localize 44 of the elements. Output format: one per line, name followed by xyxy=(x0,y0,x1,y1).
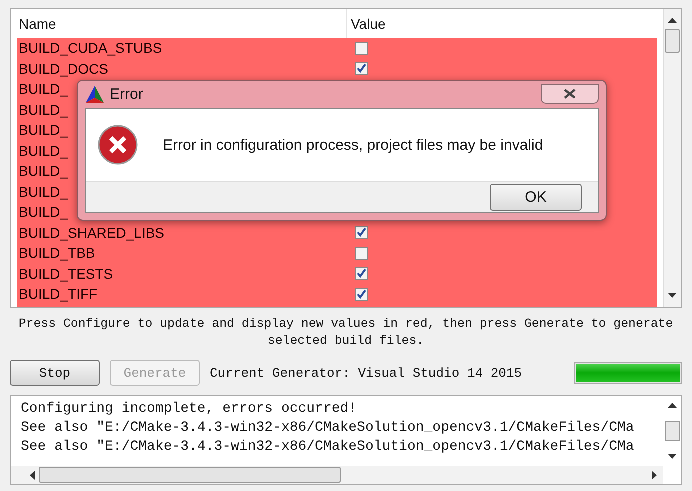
scroll-left-icon[interactable] xyxy=(29,470,35,480)
table-cell: BUILD_CUDA_STUBS xyxy=(19,40,162,56)
scroll-down-icon[interactable] xyxy=(668,454,676,460)
table-cell: BUILD_SHARED_LIBS xyxy=(19,224,165,241)
dialog-title: Error xyxy=(110,86,144,103)
table-cell: BUILD_ xyxy=(19,102,68,118)
scroll-thumb[interactable] xyxy=(39,467,341,483)
app-logo-icon xyxy=(86,86,104,103)
table-cell: BUILD_ xyxy=(19,184,68,200)
error-icon xyxy=(98,125,138,165)
log-line: See also "E:/CMake-3.4.3-win32-x86/CMakeSolution_opencv3.1/CMakeFiles/CMa xyxy=(21,438,636,457)
column-header[interactable]: Value xyxy=(347,9,657,38)
close-button[interactable] xyxy=(541,84,599,104)
generator-label: Current Generator: Visual Studio 14 2015 xyxy=(210,366,522,380)
scroll-up-icon[interactable] xyxy=(668,17,677,23)
hint-text: Press Configure to update and display new values in red, then press Generate to generate selected build files. xyxy=(18,316,674,350)
close-icon[interactable] xyxy=(564,89,576,99)
scroll-up-icon[interactable] xyxy=(668,402,676,408)
horizontal-scrollbar[interactable] xyxy=(11,466,663,484)
table-cell: BUILD_ xyxy=(19,81,68,98)
scroll-thumb[interactable] xyxy=(664,421,680,441)
scroll-right-icon[interactable] xyxy=(652,470,658,480)
table-cell: BUILD_TESTS xyxy=(19,266,114,282)
stop-button[interactable]: Stop xyxy=(10,360,100,386)
table-cell: BUILD_TBB xyxy=(19,245,96,262)
scrollbar[interactable] xyxy=(663,9,681,307)
table-cell: BUILD_ xyxy=(19,204,68,220)
checkbox[interactable] xyxy=(355,42,368,55)
checkbox[interactable] xyxy=(355,288,368,301)
table-cell: BUILD_ xyxy=(19,163,68,180)
log-line: Configuring incomplete, errors occurred! xyxy=(21,400,358,419)
table-cell: BUILD_DOCS xyxy=(19,60,108,77)
checkbox[interactable] xyxy=(355,62,368,76)
scroll-down-icon[interactable] xyxy=(668,293,677,299)
scroll-thumb[interactable] xyxy=(665,29,680,53)
table-cell: BUILD_TIFF xyxy=(19,286,98,302)
log-line: See also "E:/CMake-3.4.3-win32-x86/CMakeSolution_opencv3.1/CMakeFiles/CMa xyxy=(21,419,636,438)
ok-button[interactable]: OK xyxy=(490,184,582,210)
checkbox[interactable] xyxy=(355,267,368,280)
checkbox[interactable] xyxy=(355,246,368,260)
table-cell: BUILD_ xyxy=(19,122,68,138)
checkbox[interactable] xyxy=(355,226,368,240)
error-message: Error in configuration process, project files may be invalid xyxy=(163,136,544,154)
table-cell: BUILD_ xyxy=(19,142,68,159)
